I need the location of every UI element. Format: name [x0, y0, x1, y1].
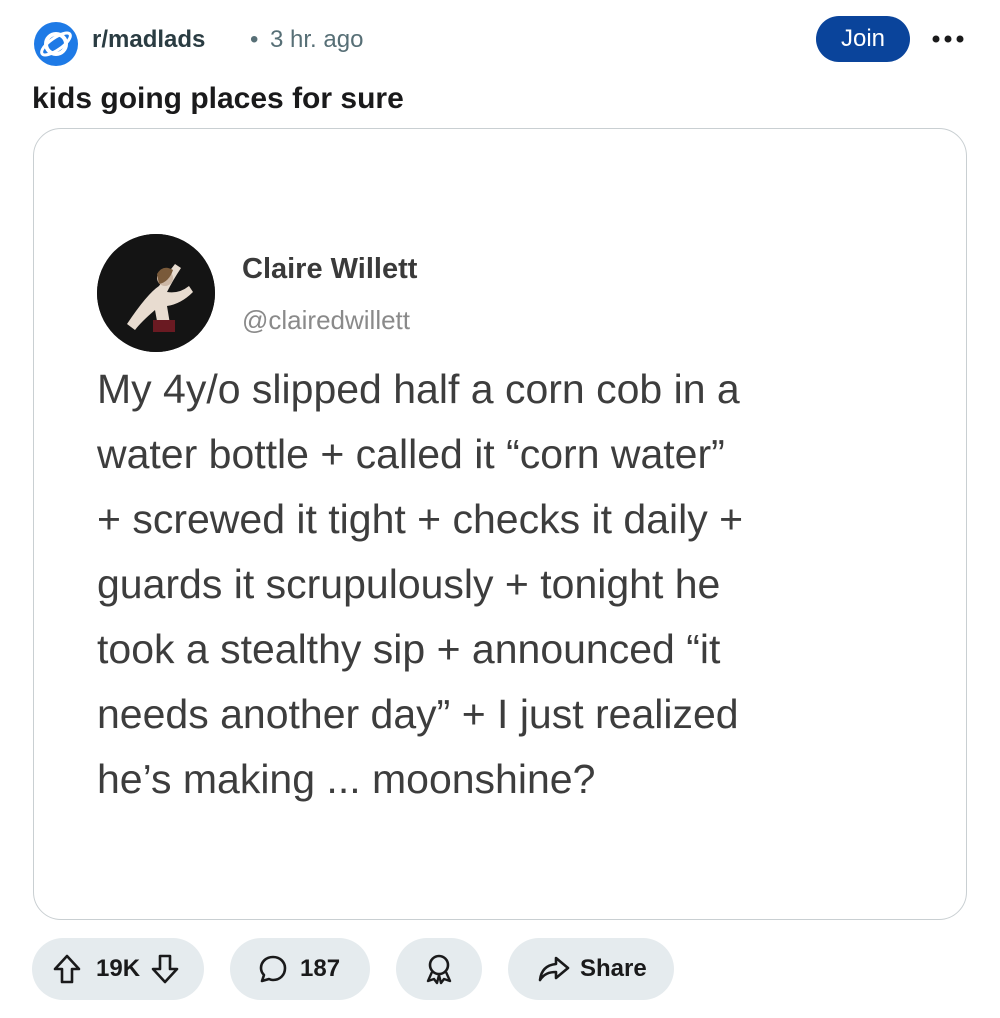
tweet-author-handle: @clairedwillett [242, 305, 410, 335]
tweet-author-name: Claire Willett [242, 253, 418, 285]
share-label: Share [580, 955, 647, 982]
tweet-text: My 4y/o slipped half a corn cob in a wat… [97, 357, 937, 812]
comment-bubble-icon [259, 955, 287, 983]
share-arrow-icon [538, 956, 570, 982]
more-options-button[interactable] [930, 26, 966, 52]
downvote-button[interactable] [150, 953, 180, 985]
comments-button[interactable]: 187 [230, 938, 370, 1000]
tweet-line: needs another day” + I just realized [97, 691, 739, 737]
share-icon-wrap [538, 954, 570, 984]
tweet-avatar [97, 234, 215, 352]
tweet-line: he’s making ... moonshine? [97, 756, 596, 802]
tweet-line: took a stealthy sip + announced “it [97, 626, 721, 672]
comment-icon-wrap [258, 954, 288, 984]
vote-score: 19K [96, 955, 141, 982]
post-action-bar: 19K 187 Share [32, 938, 972, 1002]
comment-count: 187 [300, 955, 341, 982]
subreddit-icon[interactable] [34, 22, 78, 66]
upvote-arrow-icon [53, 954, 81, 984]
ellipsis-icon [932, 35, 964, 43]
post-header: r/madlads • 3 hr. ago Join [32, 16, 972, 66]
post-title[interactable]: kids going places for sure [32, 82, 404, 116]
planet-icon [36, 24, 76, 64]
vote-control: 19K [32, 938, 204, 1000]
person-photo-icon [97, 234, 215, 352]
join-button[interactable]: Join [816, 16, 910, 62]
meta-separator: • [250, 26, 259, 53]
award-icon [426, 954, 452, 985]
downvote-arrow-icon [151, 954, 179, 984]
tweet-line: water bottle + called it “corn water” [97, 431, 725, 477]
share-button[interactable]: Share [508, 938, 674, 1000]
post-timestamp: 3 hr. ago [270, 26, 364, 53]
upvote-button[interactable] [52, 953, 82, 985]
subreddit-name[interactable]: r/madlads [92, 26, 205, 54]
tweet-line: guards it scrupulously + tonight he [97, 561, 721, 607]
tweet-line: + screwed it tight + checks it daily + [97, 496, 744, 542]
award-button[interactable] [396, 938, 482, 1000]
post-image[interactable]: Claire Willett @clairedwillett My 4y/o s… [33, 128, 967, 920]
tweet-line: My 4y/o slipped half a corn cob in a [97, 366, 740, 412]
